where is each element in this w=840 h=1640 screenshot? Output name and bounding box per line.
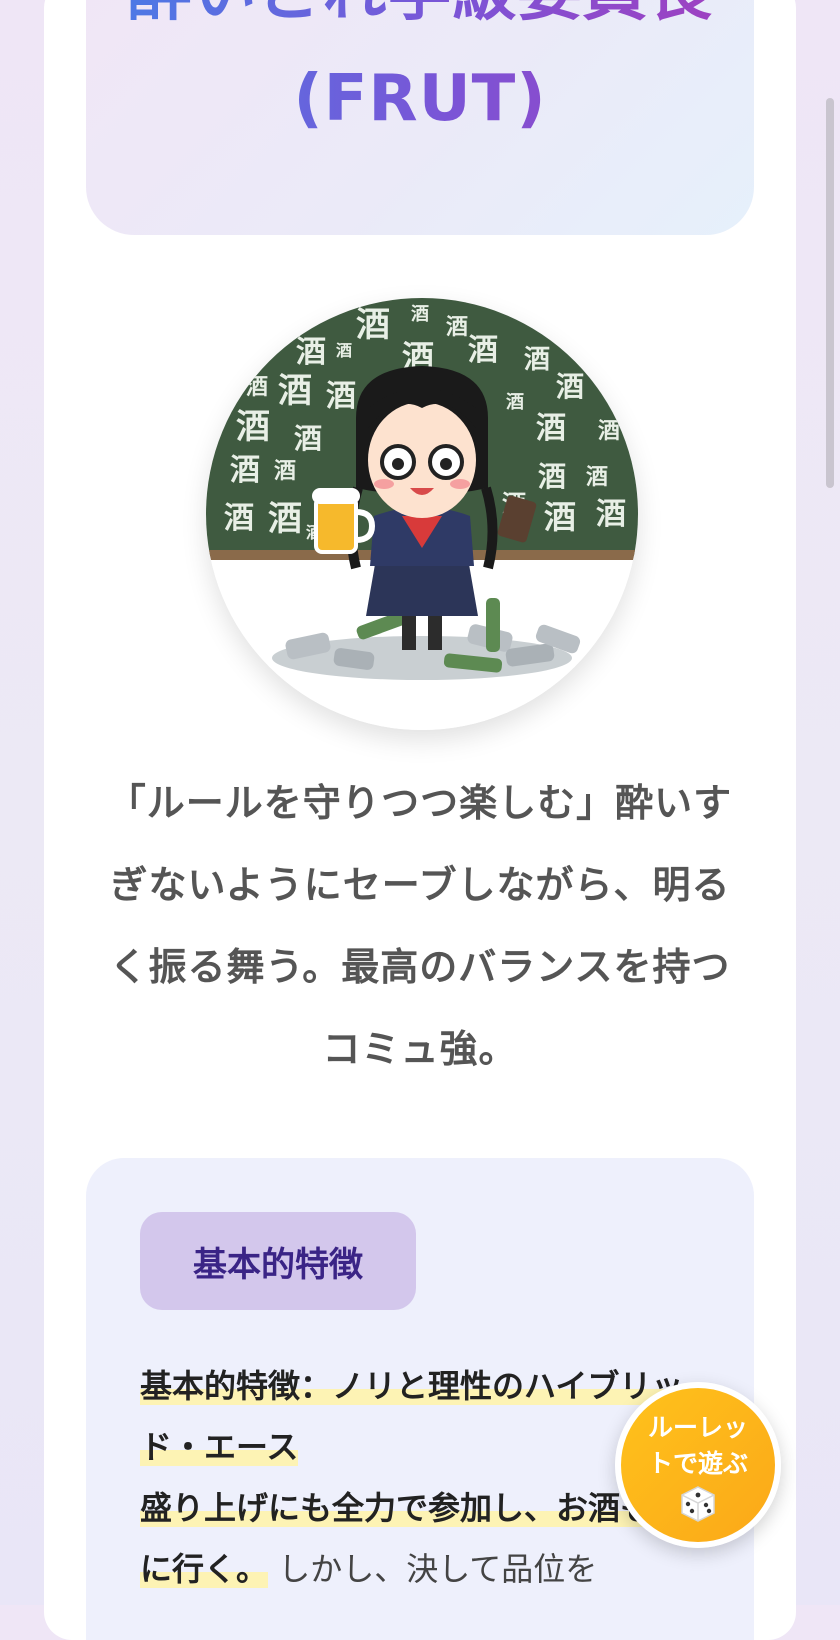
chalkboard-glyph: 酒 (336, 341, 352, 360)
chalkboard-glyph: 酒 (544, 498, 576, 536)
chalkboard-glyph: 酒 (224, 501, 254, 536)
chalkboard-glyph: 酒 (524, 345, 550, 375)
chalkboard-glyph: 酒 (268, 499, 302, 539)
drunk-class-rep-illustration: 酒酒酒酒酒酒酒酒酒酒酒酒酒酒酒酒酒酒酒酒酒酒酒酒酒酒酒 (206, 298, 638, 730)
chalkboard-glyph: 酒 (596, 497, 626, 532)
chalkboard-glyph: 酒 (236, 407, 270, 447)
scrollbar-thumb[interactable] (826, 98, 834, 488)
feature-highlight-1: 基本的特徴：ノリと理性のハイブリッド・エース (140, 1367, 684, 1466)
chalkboard-glyph: 酒 (278, 371, 312, 411)
chalkboard-glyph: 酒 (411, 303, 429, 325)
chalkboard-glyph: 酒 (538, 460, 566, 493)
chalkboard-glyph: 酒 (556, 370, 584, 403)
roulette-label: ルーレットで遊ぶ (647, 1413, 748, 1478)
chalkboard-glyph: 酒 (296, 335, 326, 370)
chalkboard-glyph: 酒 (446, 315, 468, 340)
chalkboard-glyph: 酒 (468, 333, 498, 368)
chalkboard-glyph: 酒 (274, 459, 296, 484)
personality-description: 「ルールを守りつつ楽しむ」酔いすぎないようにセーブしながら、明るく振る舞う。最高… (107, 781, 733, 1071)
page-title: 酔いどれ学級委員長 (FRUT) (106, 0, 734, 152)
chalkboard-glyph: 酒 (230, 453, 260, 488)
title-box: 酔いどれ学級委員長 (FRUT) (86, 0, 754, 235)
chalkboard-glyph: 酒 (294, 422, 322, 455)
roulette-button[interactable]: ルーレットで遊ぶ (615, 1382, 781, 1548)
feature-text: しかし、決して品位を (278, 1550, 598, 1588)
chalkboard-glyph: 酒 (536, 411, 566, 446)
features-badge: 基本的特徴 (140, 1212, 416, 1310)
avatar: 酒酒酒酒酒酒酒酒酒酒酒酒酒酒酒酒酒酒酒酒酒酒酒酒酒酒酒 (206, 298, 638, 730)
chalkboard-glyph: 酒 (506, 391, 524, 413)
chalkboard-glyph: 酒 (586, 465, 608, 490)
chalkboard-glyph: 酒 (326, 379, 356, 414)
chalkboard-glyph: 酒 (598, 419, 620, 444)
chalkboard-glyph: 酒 (356, 305, 390, 345)
dice-icon (681, 1486, 715, 1522)
chalkboard-glyph: 酒 (246, 375, 268, 400)
